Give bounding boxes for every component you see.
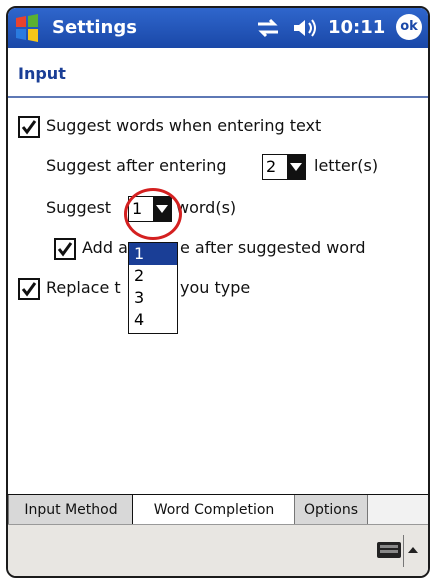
replace-checkbox[interactable] bbox=[18, 278, 40, 300]
sip-arrow-icon[interactable] bbox=[406, 543, 420, 557]
add-space-checkbox[interactable] bbox=[54, 238, 76, 260]
suggest-after-select[interactable]: 2 bbox=[262, 154, 306, 180]
suggest-count-label: Suggest bbox=[46, 198, 112, 217]
suggest-after-unit: letter(s) bbox=[314, 156, 379, 175]
tab-input-method[interactable]: Input Method bbox=[8, 495, 134, 526]
suggest-count-unit: word(s) bbox=[176, 198, 237, 217]
dropdown-option[interactable]: 4 bbox=[129, 309, 177, 331]
device-screen: Settings 10:11 ok Input Suggest words wh… bbox=[6, 6, 430, 578]
add-space-label-left: Add a bbox=[82, 238, 128, 257]
tab-strip: Input Method Word Completion Options bbox=[8, 494, 428, 526]
suggest-words-checkbox[interactable] bbox=[18, 116, 40, 138]
suggest-count-dropdown[interactable]: 1 2 3 4 bbox=[128, 242, 178, 334]
replace-label-right: you type bbox=[180, 278, 251, 297]
highlight-circle bbox=[124, 188, 182, 240]
window-title: Settings bbox=[52, 17, 137, 38]
windows-start-icon[interactable] bbox=[14, 14, 40, 42]
suggest-after-label: Suggest after entering bbox=[46, 156, 227, 175]
dropdown-option[interactable]: 2 bbox=[129, 265, 177, 287]
chevron-down-icon[interactable] bbox=[287, 155, 305, 179]
page-title: Input bbox=[18, 64, 66, 83]
tab-word-completion[interactable]: Word Completion bbox=[132, 495, 296, 526]
clock[interactable]: 10:11 bbox=[328, 17, 385, 38]
menu-bar bbox=[8, 524, 428, 576]
dropdown-option[interactable]: 3 bbox=[129, 287, 177, 309]
tab-options[interactable]: Options bbox=[294, 495, 368, 526]
replace-label-left: Replace t bbox=[46, 278, 121, 297]
connectivity-icon[interactable] bbox=[256, 18, 280, 38]
add-space-label-right: e after suggested word bbox=[180, 238, 366, 257]
suggest-after-value: 2 bbox=[266, 157, 277, 176]
checkmark-icon bbox=[57, 242, 73, 257]
keyboard-icon[interactable] bbox=[376, 541, 402, 559]
title-bar: Settings 10:11 ok bbox=[8, 8, 428, 48]
ok-button[interactable]: ok bbox=[396, 14, 422, 40]
menu-separator bbox=[403, 535, 404, 567]
checkmark-icon bbox=[21, 282, 37, 297]
dropdown-option[interactable]: 1 bbox=[129, 243, 177, 265]
checkmark-icon bbox=[21, 120, 37, 135]
suggest-words-label: Suggest words when entering text bbox=[46, 116, 322, 135]
speaker-icon[interactable] bbox=[292, 18, 318, 38]
title-divider bbox=[8, 96, 428, 98]
